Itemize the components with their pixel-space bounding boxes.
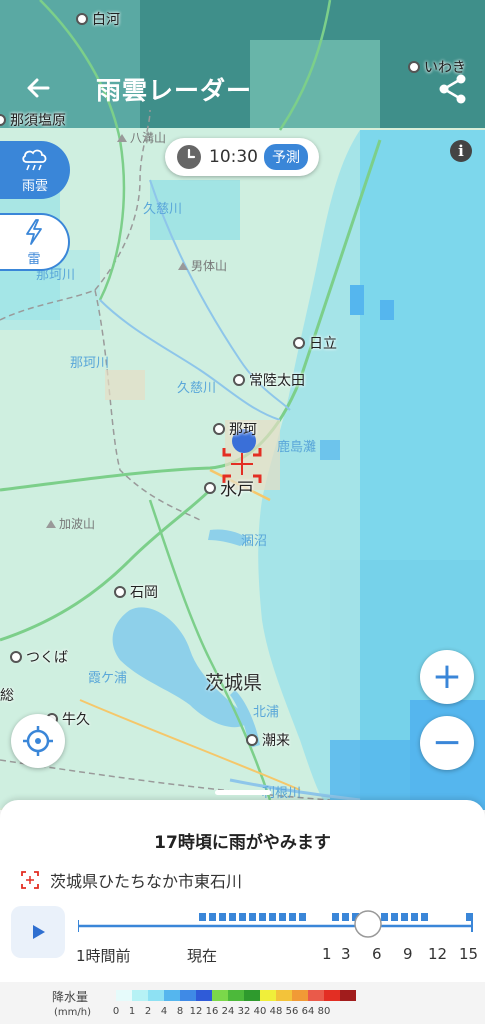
river-kuji-label: 久慈川 — [143, 202, 183, 217]
app-header: 雨雲レーダー — [0, 48, 485, 128]
timeline-slider[interactable] — [77, 906, 478, 950]
target-icon — [20, 870, 40, 890]
place-hitachiota: 常陸太田 — [233, 370, 305, 390]
lake-kasumigaura-label: 霞ケ浦 — [88, 671, 128, 686]
timeline-label-12: 12 — [428, 945, 448, 963]
legend-swatch — [276, 990, 292, 1001]
play-button[interactable] — [11, 906, 65, 958]
place-tsukuba: つくば — [10, 647, 68, 667]
tab-rain-cloud[interactable]: 雨雲 — [0, 141, 70, 199]
legend-swatch — [212, 990, 228, 1001]
legend-swatch — [116, 990, 132, 1001]
legend-swatch — [292, 990, 308, 1001]
share-icon — [439, 74, 466, 104]
legend-swatch — [132, 990, 148, 1001]
place-shirakawa: 白河 — [76, 9, 120, 29]
minus-icon: − — [431, 722, 463, 763]
timeline-label-now: 現在 — [187, 947, 218, 965]
mountain-icon — [178, 261, 188, 270]
play-icon — [33, 925, 45, 939]
precipitation-legend: 降水量 (mm/h) 0 1 2 4 8 12 16 24 32 40 48 56 64 80 — [0, 982, 485, 1024]
legend-swatch — [308, 990, 324, 1001]
legend-swatch — [164, 990, 180, 1001]
lake-hinuma-label: 涸沼 — [241, 534, 268, 549]
zoom-out-button[interactable]: − — [420, 716, 474, 770]
legend-color-scale — [116, 990, 356, 1001]
river-naka-label-2: 那珂川 — [70, 356, 110, 371]
back-button[interactable] — [22, 72, 54, 104]
place-ishioka: 石岡 — [114, 582, 158, 602]
lightning-icon — [26, 218, 42, 245]
tab-thunder[interactable]: 雷 — [0, 213, 70, 271]
mountain-icon — [117, 133, 127, 142]
back-arrow-icon — [27, 78, 50, 98]
info-icon: i — [458, 142, 464, 160]
legend-swatch — [260, 990, 276, 1001]
legend-swatch — [244, 990, 260, 1001]
lake-kitaura-label: 北浦 — [253, 705, 280, 720]
location-name: 茨城県ひたちなか市東石川 — [50, 872, 243, 891]
legend-values: 0 1 2 4 8 12 16 24 32 40 48 56 64 80 — [108, 1006, 448, 1020]
current-location-button[interactable] — [11, 714, 65, 768]
place-hitachi: 日立 — [293, 333, 337, 353]
river-kuji-label-2: 久慈川 — [177, 381, 217, 396]
place-naka: 那珂 — [213, 419, 257, 439]
legend-swatch — [180, 990, 196, 1001]
mountain-yamizo: 八溝山 — [117, 129, 166, 146]
info-button[interactable]: i — [450, 140, 472, 162]
plus-icon: + — [431, 656, 463, 697]
share-button[interactable] — [436, 72, 470, 106]
place-itako: 潮来 — [246, 730, 290, 750]
legend-swatch — [324, 990, 340, 1001]
rain-cloud-icon — [22, 149, 47, 170]
timeline-label-15: 15 — [459, 945, 479, 963]
zoom-in-button[interactable]: + — [420, 650, 474, 704]
page-title: 雨雲レーダー — [96, 76, 253, 105]
rain-status-message: 17時頃に雨がやみます — [154, 833, 331, 853]
legend-value: 80 — [317, 1006, 331, 1017]
time-selector[interactable]: 10:30 予測 — [165, 138, 319, 176]
sheet-drag-handle[interactable] — [215, 790, 271, 795]
crosshair-icon — [23, 726, 53, 756]
prefecture-label: 茨城県 — [205, 672, 263, 694]
tab-rain-cloud-label: 雨雲 — [21, 178, 48, 194]
legend-swatch — [228, 990, 244, 1001]
legend-title: 降水量 — [52, 990, 89, 1004]
timeline-label-6: 6 — [372, 945, 382, 963]
legend-swatch — [196, 990, 212, 1001]
forecast-badge: 予測 — [264, 144, 308, 170]
timeline-label-1: 1 — [322, 945, 332, 963]
mountain-kaba: 加波山 — [46, 515, 95, 532]
mountain-icon — [46, 519, 56, 528]
timeline-label-9: 9 — [403, 945, 413, 963]
legend-unit: (mm/h) — [54, 1007, 91, 1018]
timeline-label-3: 3 — [341, 945, 351, 963]
location-row[interactable]: 茨城県ひたちなか市東石川 — [20, 868, 242, 892]
mountain-nantai: 男体山 — [178, 257, 227, 274]
legend-swatch — [340, 990, 356, 1001]
place-fusa: 総 — [0, 688, 14, 704]
sea-kashimanada-label: 鹿島灘 — [277, 440, 317, 455]
tab-thunder-label: 雷 — [27, 251, 41, 267]
clock-icon — [177, 145, 201, 169]
time-value: 10:30 — [209, 147, 258, 167]
place-mito: 水戸 — [204, 475, 254, 500]
legend-swatch — [148, 990, 164, 1001]
timeline-label-past: 1時間前 — [76, 947, 131, 965]
